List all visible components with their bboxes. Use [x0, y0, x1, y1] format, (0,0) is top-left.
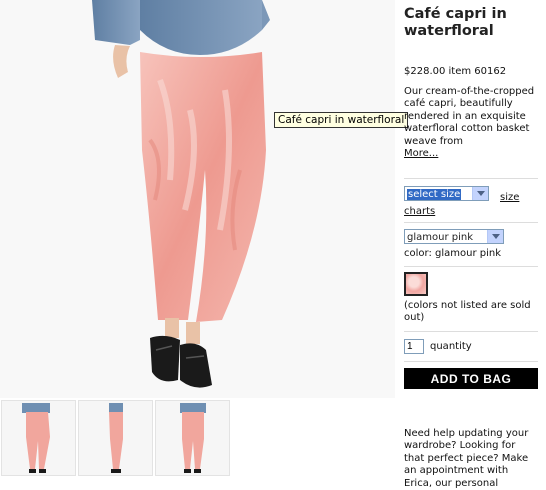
divider	[404, 266, 538, 267]
color-label: color: glamour pink	[404, 248, 501, 259]
divider	[404, 178, 538, 179]
divider	[404, 222, 538, 223]
main-product-image[interactable]	[0, 0, 395, 398]
thumbnail-back[interactable]	[155, 400, 230, 476]
thumbnail-side-image	[79, 401, 152, 475]
size-charts-label: size charts	[404, 192, 520, 217]
divider	[404, 361, 538, 362]
thumbnail-front[interactable]	[1, 400, 76, 476]
help-text: Need help updating your wardrobe? Lookin…	[404, 428, 529, 489]
description-text: Our cream-of-the-cropped café capri, bea…	[404, 86, 535, 147]
color-swatch-glamour-pink[interactable]	[404, 272, 428, 296]
quantity-label: quantity	[430, 341, 472, 352]
size-charts-link[interactable]: size charts	[404, 191, 538, 219]
product-description: Our cream-of-the-cropped café capri, bea…	[404, 86, 538, 160]
color-select-value: glamour pink	[407, 232, 473, 243]
thumbnail-side[interactable]	[78, 400, 153, 476]
thumbnail-front-image	[2, 401, 75, 475]
product-price: $228.00 item 60162	[404, 66, 507, 77]
chevron-down-icon	[487, 230, 503, 243]
product-info-panel: Café capri in waterfloral	[404, 6, 538, 40]
thumbnail-back-image	[156, 401, 229, 475]
add-to-bag-button[interactable]: ADD TO BAG	[404, 368, 538, 389]
product-title: Café capri in waterfloral	[404, 6, 507, 39]
quantity-input[interactable]	[404, 339, 424, 354]
thumbnail-strip	[0, 400, 395, 484]
color-select[interactable]: glamour pink	[404, 229, 504, 244]
more-link[interactable]: More...	[404, 148, 438, 159]
divider	[404, 331, 538, 332]
image-tooltip: Café capri in waterfloral	[274, 112, 409, 128]
pants-model-illustration	[0, 0, 395, 398]
colors-note: (colors not listed are sold out)	[404, 300, 531, 324]
